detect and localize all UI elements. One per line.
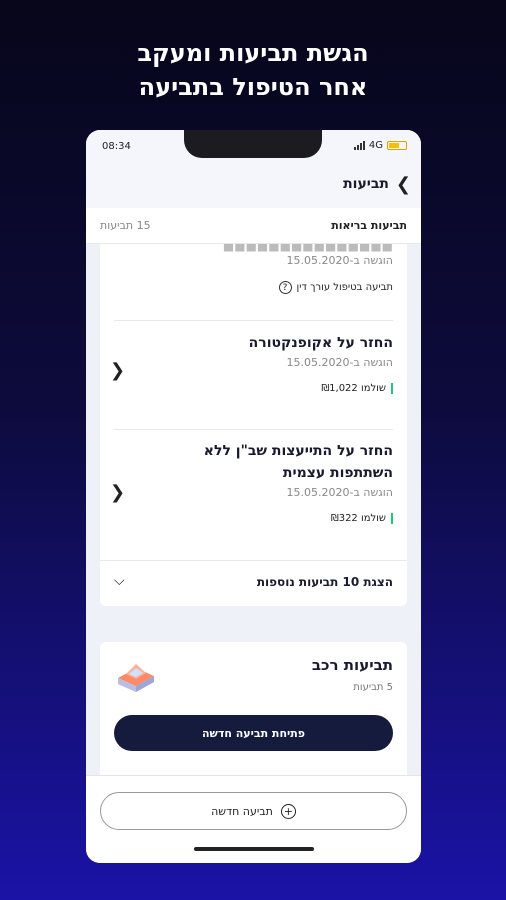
claim-date: הוגשה ב-15.05.2020: [286, 486, 393, 499]
headline-line-1: הגשת תביעות ומעקב: [137, 39, 369, 67]
status-indicators: 4G: [353, 140, 407, 151]
app-bar: ❯ תביעות: [86, 162, 421, 208]
health-claims-card: ■■■■■■■■■■■■■■■ הוגשה ב-15.05.2020 תביעה…: [100, 239, 407, 606]
new-claim-button[interactable]: + תביעה חדשה: [100, 792, 407, 830]
page-title: תביעות: [343, 176, 389, 192]
claim-paid-label: שולמו ₪1,022: [321, 383, 386, 394]
home-indicator: [194, 847, 314, 851]
claim-item[interactable]: הוגשה ב-15.05.2020 תביעה בטיפול עורך דין…: [114, 254, 393, 294]
chevron-down-icon: ⌵: [114, 573, 125, 589]
claim-paid-label: שולמו ₪322: [330, 513, 386, 524]
network-label: 4G: [368, 140, 383, 151]
headline-line-2: אחר הטיפול בתביעה: [138, 73, 368, 101]
show-more-row[interactable]: הצגת 10 תביעות נוספות ⌵: [100, 560, 407, 606]
phone-screen: 08:34 4G ❯ תביעות ■■■■■■■■■■■■■■■ הוגשה …: [86, 130, 421, 863]
show-more-label: הצגת 10 תביעות נוספות: [256, 575, 393, 589]
paid-indicator: [391, 513, 393, 524]
claim-status: תביעה בטיפול עורך דין ?: [114, 281, 393, 294]
new-claim-label: תביעה חדשה: [211, 804, 273, 818]
vehicle-count: 5 תביעות: [353, 682, 393, 693]
claim-paid: שולמו ₪1,022: [114, 383, 393, 394]
paid-indicator: [391, 383, 393, 394]
plus-circle-icon: +: [280, 803, 296, 819]
claim-item[interactable]: החזר על אקופנקטורה הוגשה ב-15.05.2020 שו…: [114, 332, 393, 394]
claim-title-line-1: החזר על התייעצות שב"ן ללא: [203, 443, 393, 459]
claim-date: הוגשה ב-15.05.2020: [286, 254, 393, 267]
claim-paid: שולמו ₪322: [114, 513, 393, 524]
divider: [114, 320, 393, 321]
section-count: 15 תביעות: [100, 219, 151, 232]
phone-notch: [184, 130, 322, 158]
claim-title: החזר על אקופנקטורה: [248, 335, 393, 351]
open-new-claim-button[interactable]: פתיחת תביעה חדשה: [114, 715, 393, 751]
section-header: תביעות בריאות 15 תביעות: [86, 208, 421, 244]
chevron-left-icon[interactable]: ❮: [110, 482, 125, 503]
chevron-right-icon[interactable]: ❯: [396, 174, 411, 195]
claim-status-label: תביעה בטיפול עורך דין: [296, 282, 394, 293]
claim-title-line-2: השתתפות עצמית: [282, 465, 393, 481]
vehicle-title: תביעות רכב: [311, 656, 393, 674]
car-icon: [118, 664, 154, 692]
claim-date: הוגשה ב-15.05.2020: [286, 356, 393, 369]
divider: [114, 429, 393, 430]
question-mark-icon[interactable]: ?: [278, 281, 292, 294]
claim-item[interactable]: החזר על התייעצות שב"ן ללא השתתפות עצמית …: [114, 440, 393, 524]
chevron-left-icon[interactable]: ❮: [110, 360, 125, 381]
battery-icon: [387, 141, 407, 150]
status-time: 08:34: [102, 141, 131, 152]
bottom-action-bar: + תביעה חדשה: [86, 775, 421, 863]
section-title: תביעות בריאות: [331, 219, 407, 232]
headline: הגשת תביעות ומעקב אחר הטיפול בתביעה: [0, 36, 506, 104]
signal-icon: [353, 141, 365, 150]
